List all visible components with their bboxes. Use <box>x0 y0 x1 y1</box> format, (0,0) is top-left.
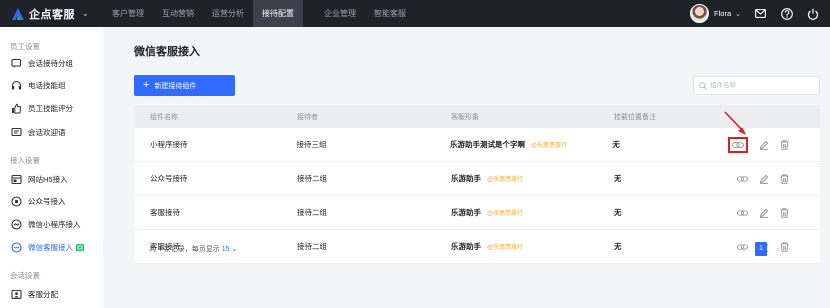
web-icon <box>11 174 22 185</box>
nav-enterprise-management[interactable]: 企业管理 <box>315 0 365 27</box>
link-icon[interactable] <box>737 207 748 218</box>
delete-icon[interactable] <box>779 139 790 150</box>
headset-icon <box>11 80 22 91</box>
component-name: 小程序接待 <box>150 140 188 149</box>
nav-operation-analysis[interactable]: 运营分析 <box>203 0 253 27</box>
assign-icon <box>11 289 22 300</box>
official-account-icon <box>11 195 22 207</box>
a-logo-icon <box>12 7 24 20</box>
brand[interactable]: 企点客服 ⌄ <box>0 0 103 27</box>
chevron-right-icon[interactable]: › <box>772 241 784 256</box>
help-icon[interactable] <box>780 7 793 20</box>
page-size-select[interactable]: 15 ⌄ <box>222 246 238 253</box>
sidebar-group-title: 会话设置 <box>10 271 40 280</box>
create-component-button[interactable]: + 新建接待组件 <box>134 75 235 96</box>
message-icon <box>11 127 22 138</box>
nav-reception-config[interactable]: 接待配置 <box>253 0 303 27</box>
chevron-down-icon[interactable]: ⌄ <box>735 10 741 18</box>
search-icon <box>699 81 707 90</box>
sidebar-item-service-assign[interactable]: 客服分配 <box>0 284 103 304</box>
sidebar-item-reception-group[interactable]: 会话接待分组 <box>0 53 103 73</box>
sidebar-item-miniprogram[interactable]: 微信小程序接入 <box>0 214 103 234</box>
top-nav: 客户管理 互动营销 运营分析 接待配置 企业管理 智能客服 <box>103 0 415 27</box>
delete-icon[interactable] <box>779 173 790 184</box>
sidebar-item-wechat-service[interactable]: 微信客服接入 <box>0 237 103 257</box>
nav-smart-service[interactable]: 智能客服 <box>365 0 415 27</box>
service-avatar-name: 乐游助手 <box>451 174 481 183</box>
mount-note: 无 <box>612 140 620 149</box>
sidebar: 员工设置 会话接待分组 电话技能组 员工技能评分 会话欢迎语 接入设置 网站H5… <box>0 27 103 308</box>
nav-interactive-marketing[interactable]: 互动营销 <box>153 0 203 27</box>
edit-icon[interactable] <box>758 207 769 218</box>
chevron-left-icon[interactable]: ‹ <box>738 241 750 256</box>
receiver: 接待二组 <box>297 242 327 251</box>
column-header: 接待者 <box>297 113 318 121</box>
nav-customer-management[interactable]: 客户管理 <box>103 0 153 27</box>
edit-icon[interactable] <box>758 173 769 184</box>
brand-tag: @乐悠悠旅行 <box>530 143 568 149</box>
component-name: 公众号接待 <box>150 174 188 183</box>
component-name: 客服接待 <box>150 208 180 217</box>
sidebar-item-web-h5[interactable]: 网站H5接入 <box>0 169 103 189</box>
mount-note: 无 <box>614 242 622 251</box>
brand-tag: @乐悠悠旅行 <box>487 245 524 251</box>
chevron-down-icon[interactable]: ⌄ <box>82 9 89 18</box>
service-avatar-name: 乐游助手 <box>451 242 481 251</box>
brand-name: 企点客服 <box>29 8 75 21</box>
sidebar-item-official-account[interactable]: 公众号接入 <box>0 191 103 211</box>
pagination-summary: 共 4 条记录，每页显示 15 ⌄ <box>149 246 238 253</box>
chat-icon <box>11 58 22 69</box>
mount-note: 无 <box>614 174 622 183</box>
miniprogram-icon <box>11 218 22 230</box>
search-box[interactable] <box>693 76 820 95</box>
annotation-arrow-icon <box>724 111 746 135</box>
page-number[interactable]: 1 <box>755 241 767 256</box>
receiver: 接待三组 <box>296 140 327 149</box>
delete-icon[interactable] <box>779 207 790 218</box>
receiver: 接待二组 <box>297 208 327 217</box>
table-row: 公众号接待 接待二组 乐游助手 @乐悠悠旅行 无 <box>134 162 820 196</box>
sidebar-item-skill-rating[interactable]: 员工技能评分 <box>0 98 103 118</box>
page-title: 微信客服接入 <box>134 46 200 58</box>
thumb-icon <box>11 103 22 114</box>
brand-tag: @乐悠悠旅行 <box>487 177 524 183</box>
column-header: 客服形象 <box>451 113 479 121</box>
receiver: 接待二组 <box>297 174 327 183</box>
search-input[interactable] <box>710 82 810 89</box>
sidebar-item-welcome-message[interactable]: 会话欢迎语 <box>0 122 103 142</box>
brand-tag: @乐悠悠旅行 <box>487 211 524 217</box>
edit-icon[interactable] <box>758 139 769 150</box>
sidebar-group-title: 接入设置 <box>10 156 40 165</box>
new-badge-icon <box>76 243 84 251</box>
sidebar-item-phone-skill[interactable]: 电话技能组 <box>0 75 103 95</box>
plus-icon: + <box>143 79 150 91</box>
pagination: ‹ 1 › <box>738 241 784 256</box>
mount-note: 无 <box>614 208 622 217</box>
service-avatar-name: 乐游助手测试是个字啊 <box>449 140 525 149</box>
avatar[interactable] <box>690 4 710 23</box>
sidebar-group-title: 员工设置 <box>10 42 40 51</box>
link-icon[interactable] <box>737 173 748 184</box>
top-bar: 企点客服 ⌄ 客户管理 互动营销 运营分析 接待配置 企业管理 智能客服 Flo… <box>0 0 830 27</box>
table-row: 客服接待 接待二组 乐游助手 @乐悠悠旅行 无 <box>134 196 820 230</box>
column-header: 组件名称 <box>150 113 178 121</box>
wechat-service-icon <box>11 241 22 253</box>
user-name[interactable]: Flora <box>714 9 731 18</box>
mail-icon[interactable] <box>754 7 767 20</box>
service-avatar-name: 乐游助手 <box>451 208 481 217</box>
power-icon[interactable] <box>806 7 819 20</box>
